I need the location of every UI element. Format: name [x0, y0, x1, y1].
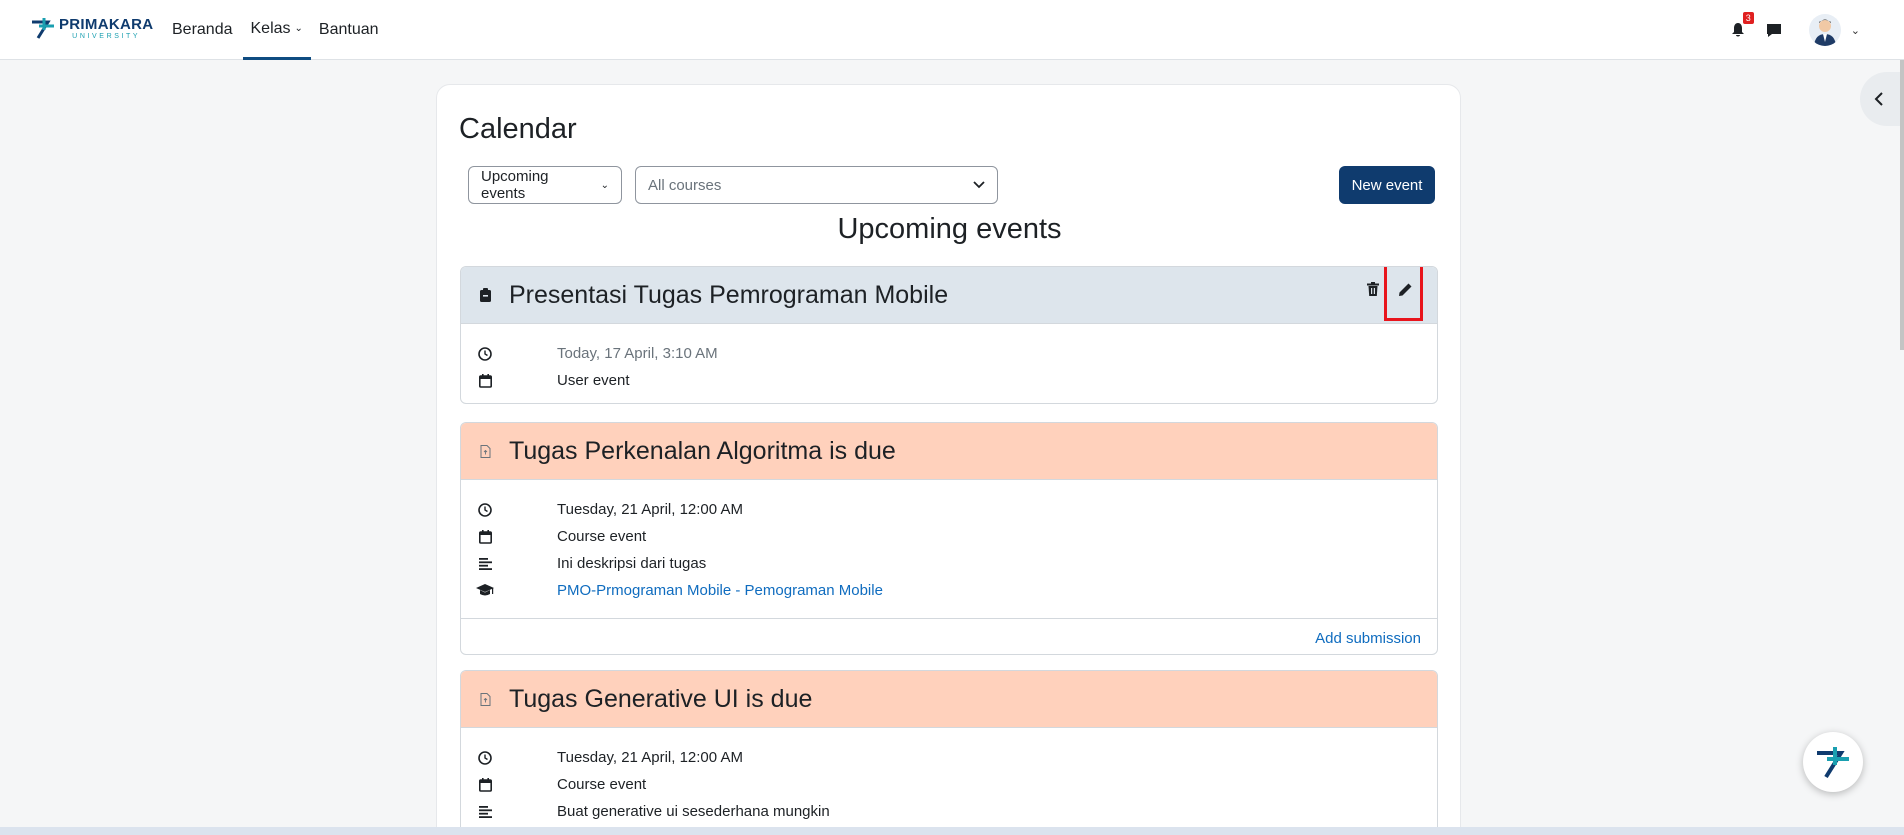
trash-icon [1367, 282, 1379, 296]
course-select[interactable]: All courses [635, 166, 998, 204]
event-time[interactable]: Tuesday, 21 April, 12:00 AM [557, 501, 743, 518]
page-title: Calendar [459, 113, 577, 145]
event-header: Presentasi Tugas Pemrograman Mobile [461, 267, 1437, 324]
chatbot-button[interactable] [1803, 732, 1863, 792]
event-type: Course event [557, 528, 647, 545]
event-card: Tugas Generative UI is due Tuesday, 21 A… [460, 670, 1438, 835]
event-title[interactable]: Presentasi Tugas Pemrograman Mobile [509, 281, 948, 310]
notifications-button[interactable]: 3 [1727, 12, 1754, 41]
bell-icon [1731, 23, 1744, 37]
event-description: Ini deskripsi dari tugas [557, 555, 707, 572]
section-title: Upcoming events [837, 213, 1062, 245]
graduation-cap-icon [461, 584, 509, 597]
event-time[interactable]: Tuesday, 21 April, 12:00 AM [557, 749, 743, 766]
event-type: User event [557, 372, 630, 389]
event-header: Tugas Generative UI is due [461, 671, 1437, 728]
calendar-card: Calendar Upcoming events ⌄ All courses Ne… [436, 84, 1461, 835]
top-navbar: PRIMAKARA UNIVERSITY Beranda Kelas ⌄ Bant… [0, 0, 1904, 60]
delete-event-button[interactable] [1363, 275, 1383, 303]
chevron-down-icon: ⌄ [600, 179, 609, 191]
event-card: Tugas Perkenalan Algoritma is due Tuesda… [460, 422, 1438, 655]
nav-link-kelas[interactable]: Kelas ⌄ [242, 0, 311, 60]
site-logo[interactable]: PRIMAKARA UNIVERSITY [30, 16, 153, 40]
logo-mark-icon [32, 18, 54, 39]
messages-button[interactable] [1763, 19, 1785, 41]
notification-badge: 3 [1742, 12, 1754, 24]
clock-icon [461, 502, 509, 517]
bottom-strip [0, 827, 1904, 835]
logo-subtitle: UNIVERSITY [72, 32, 141, 40]
event-card: Presentasi Tugas Pemrograman Mobile Toda… [460, 266, 1438, 404]
calendar-icon [461, 777, 509, 792]
event-title[interactable]: Tugas Generative UI is due [509, 685, 812, 714]
view-select[interactable]: Upcoming events ⌄ [468, 166, 622, 204]
event-title[interactable]: Tugas Perkenalan Algoritma is due [509, 437, 896, 466]
new-event-button[interactable]: New event [1339, 166, 1435, 204]
event-time: Today, 17 April, 3:10 AM [557, 345, 718, 362]
highlight-box [1384, 267, 1423, 321]
chevron-down-icon: ⌄ [294, 23, 303, 34]
clock-icon [461, 346, 509, 361]
chevron-down-icon[interactable]: ⌄ [1851, 24, 1860, 37]
assignment-icon [461, 444, 509, 458]
event-description: Buat generative ui sesederhana mungkin [557, 803, 830, 820]
clock-icon [461, 750, 509, 765]
calendar-icon [461, 529, 509, 544]
assignment-icon [461, 692, 509, 706]
event-course-link[interactable]: PMO-Prmograman Mobile - Pemograman Mobil… [557, 582, 883, 599]
chat-icon [1766, 23, 1781, 37]
event-type: Course event [557, 776, 647, 793]
add-submission-link[interactable]: Add submission [1315, 630, 1421, 647]
logo-title: PRIMAKARA [59, 15, 154, 33]
avatar[interactable] [1808, 14, 1841, 46]
event-footer: Add submission [461, 618, 1437, 654]
drawer-toggle-button[interactable] [1860, 72, 1904, 126]
chevron-down-icon [973, 181, 985, 189]
nav-link-bantuan[interactable]: Bantuan [319, 0, 379, 60]
clipboard-icon [461, 288, 509, 302]
align-left-icon [461, 557, 509, 570]
logo-mark-icon [1817, 747, 1849, 779]
chevron-left-icon [1874, 92, 1883, 106]
scrollbar[interactable] [1900, 60, 1904, 350]
nav-link-beranda[interactable]: Beranda [172, 0, 233, 60]
align-left-icon [461, 805, 509, 818]
event-header: Tugas Perkenalan Algoritma is due [461, 423, 1437, 480]
calendar-icon [461, 373, 509, 388]
